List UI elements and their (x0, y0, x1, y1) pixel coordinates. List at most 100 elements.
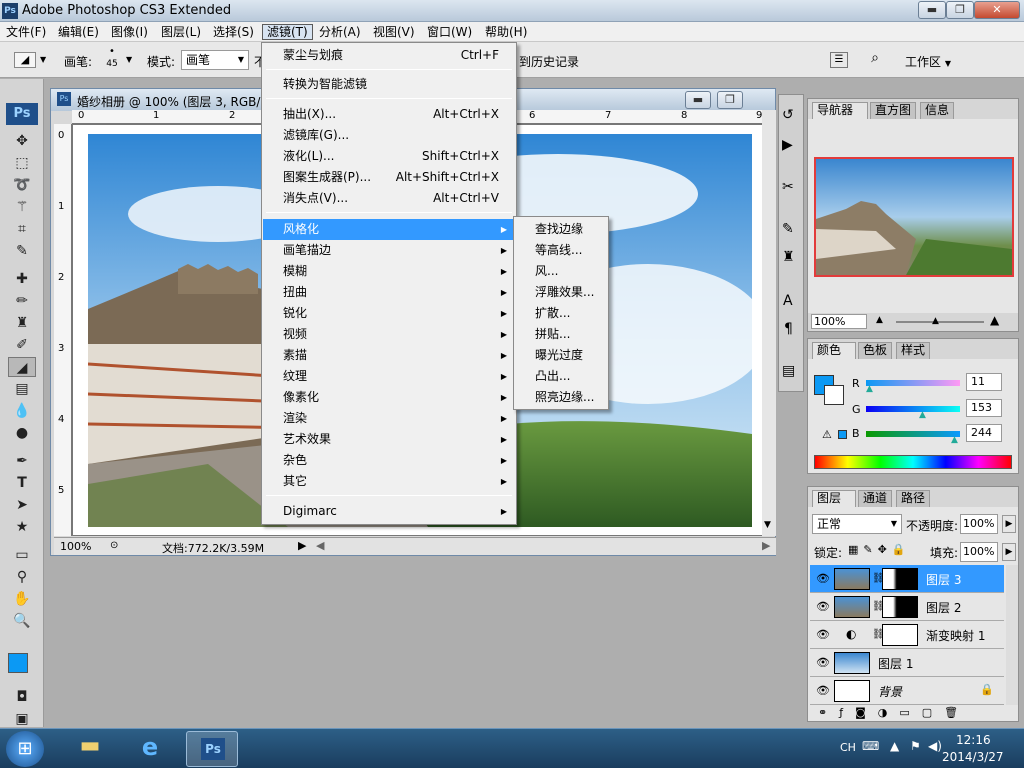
eraser-tool-icon[interactable]: ◢ (8, 357, 36, 377)
path-selection-tool-icon[interactable]: ➤ (8, 495, 36, 515)
keyboard-icon[interactable]: ⌨ (862, 739, 879, 753)
start-button[interactable]: ⊞ (6, 731, 44, 767)
layer-row[interactable]: 👁 图层 1 (810, 649, 1004, 677)
filter-convert-smart[interactable]: 转换为智能滤镜 (263, 74, 515, 95)
minimize-button[interactable]: ▬ (918, 1, 946, 19)
green-slider-handle[interactable]: ▲ (919, 410, 926, 420)
lasso-tool-icon[interactable]: ➰ (8, 175, 36, 195)
layer-row[interactable]: 👁 ⛓ 图层 3 (810, 565, 1004, 593)
blue-slider-handle[interactable]: ▲ (951, 435, 958, 445)
show-hidden-icons-arrow-icon[interactable]: ▲ (890, 739, 899, 753)
actions-panel-icon[interactable]: ▶ (782, 137, 793, 153)
layer-mask-thumbnail[interactable] (882, 596, 918, 618)
filter-pattern-maker[interactable]: 图案生成器(P)... Alt+Shift+Ctrl+X (263, 167, 515, 188)
red-slider-handle[interactable]: ▲ (866, 384, 873, 394)
maximize-button[interactable]: ❐ (946, 1, 974, 19)
brush-dropdown-arrow-icon[interactable]: ▼ (126, 55, 132, 64)
foreground-color-swatch[interactable] (8, 653, 28, 673)
clock-time[interactable]: 12:16 (956, 733, 991, 747)
brush-picker[interactable]: • 45 (100, 46, 124, 74)
layer-mask-thumbnail[interactable] (882, 624, 918, 646)
zoom-in-icon[interactable]: ▲ (990, 313, 999, 327)
menu-image[interactable]: 图像(I) (107, 24, 152, 40)
menu-window[interactable]: 窗口(W) (423, 24, 476, 40)
internet-explorer-icon[interactable]: e (130, 733, 170, 765)
opacity-field[interactable]: 100% (960, 514, 998, 534)
close-button[interactable]: ✕ (974, 1, 1020, 19)
menu-select[interactable]: 选择(S) (209, 24, 258, 40)
slice-tool-icon[interactable]: ✎ (8, 241, 36, 261)
filter-blur[interactable]: 模糊 ▶ (263, 261, 515, 282)
stylize-diffuse[interactable]: 扩散... (515, 303, 607, 324)
layers-scrollbar[interactable] (1006, 565, 1018, 705)
visibility-eye-icon[interactable]: 👁 (816, 600, 830, 613)
magic-wand-tool-icon[interactable]: ⚚ (8, 197, 36, 217)
stylize-extrude[interactable]: 凸出... (515, 366, 607, 387)
bridge-icon[interactable]: ⌕ (862, 50, 888, 70)
layer-row[interactable]: 👁 ⛓ 图层 2 (810, 593, 1004, 621)
filter-noise[interactable]: 杂色 ▶ (263, 450, 515, 471)
blue-value-field[interactable]: 244 (966, 424, 1002, 442)
history-panel-icon[interactable]: ↺ (782, 107, 794, 123)
filter-texture[interactable]: 纹理 ▶ (263, 366, 515, 387)
visibility-eye-icon[interactable]: 👁 (816, 628, 830, 641)
red-value-field[interactable]: 11 (966, 373, 1002, 391)
tab-navigator[interactable]: 导航器 ✕ (812, 102, 868, 132)
layer-comps-icon[interactable]: ▤ (782, 363, 795, 379)
visibility-eye-icon[interactable]: 👁 (816, 684, 830, 697)
menu-analysis[interactable]: 分析(A) (315, 24, 365, 40)
green-value-field[interactable]: 153 (966, 399, 1002, 417)
scroll-right-arrow-icon[interactable]: ▶ (762, 539, 770, 552)
screen-mode-icon[interactable]: ▣ (8, 709, 36, 729)
blur-tool-icon[interactable]: 💧 (8, 401, 36, 421)
clone-source-icon[interactable]: ♜ (782, 249, 795, 265)
navigator-zoom-field[interactable]: 100% (811, 314, 867, 329)
tab-styles[interactable]: 样式 (896, 342, 931, 359)
blue-slider[interactable] (866, 431, 960, 437)
scroll-down-arrow-icon[interactable]: ▼ (764, 520, 771, 530)
filter-pixelate[interactable]: 像素化 ▶ (263, 387, 515, 408)
healing-brush-tool-icon[interactable]: ✚ (8, 269, 36, 289)
visibility-eye-icon[interactable]: 👁 (816, 572, 830, 585)
filter-brush-strokes[interactable]: 画笔描边 ▶ (263, 240, 515, 261)
filter-distort[interactable]: 扭曲 ▶ (263, 282, 515, 303)
layers-footer-icons[interactable]: ⚭ƒ◙◑▭▢🗑 (808, 705, 1018, 721)
brushes-panel-icon[interactable]: ✎ (782, 221, 794, 237)
zoom-tool-icon[interactable]: 🔍 (8, 611, 36, 631)
filter-digimarc[interactable]: Digimarc ▶ (263, 501, 515, 522)
stylize-tiles[interactable]: 拼贴... (515, 324, 607, 345)
filter-sketch[interactable]: 素描 ▶ (263, 345, 515, 366)
gradient-tool-icon[interactable]: ▤ (8, 379, 36, 399)
layer-mask-thumbnail[interactable] (882, 568, 918, 590)
menu-view[interactable]: 视图(V) (369, 24, 419, 40)
web-safe-swatch[interactable] (838, 430, 847, 439)
workspace-button[interactable]: 工作区 ▼ (905, 53, 951, 70)
filter-artistic[interactable]: 艺术效果 ▶ (263, 429, 515, 450)
vertical-scrollbar[interactable]: ▼ (762, 110, 776, 536)
stylize-wind[interactable]: 风... (515, 261, 607, 282)
status-menu-icon[interactable]: ⊙ (110, 540, 118, 551)
palette-toggle-icon[interactable]: ☰ (830, 52, 848, 68)
paragraph-panel-icon[interactable]: ¶ (784, 321, 793, 337)
tool-presets-icon[interactable]: ✂ (782, 179, 794, 195)
menu-edit[interactable]: 编辑(E) (54, 24, 103, 40)
clone-stamp-tool-icon[interactable]: ♜ (8, 313, 36, 333)
color-spectrum-bar[interactable] (814, 455, 1012, 469)
tab-info[interactable]: 信息 (920, 102, 955, 119)
shape-tool-icon[interactable]: ★ (8, 517, 36, 537)
quick-mask-icon[interactable]: ◘ (8, 687, 36, 707)
brush-tool-icon[interactable]: ✏ (8, 291, 36, 311)
filter-vanishing-point[interactable]: 消失点(V)... Alt+Ctrl+V (263, 188, 515, 209)
menu-filter[interactable]: 滤镜(T) (262, 24, 313, 40)
stylize-glowing-edges[interactable]: 照亮边缘... (515, 387, 607, 408)
input-language[interactable]: CH (840, 741, 856, 754)
filter-other[interactable]: 其它 ▶ (263, 471, 515, 492)
lock-icons[interactable]: ▦✎✥🔒 (848, 543, 911, 556)
clock-date[interactable]: 2014/3/27 (942, 750, 1004, 764)
tab-histogram[interactable]: 直方图 (870, 102, 917, 119)
filter-liquify[interactable]: 液化(L)... Shift+Ctrl+X (263, 146, 515, 167)
green-slider[interactable] (866, 406, 960, 412)
tab-layers[interactable]: 图层 ✕ (812, 490, 856, 520)
hand-tool-icon[interactable]: ✋ (8, 589, 36, 609)
tab-paths[interactable]: 路径 (896, 490, 931, 507)
